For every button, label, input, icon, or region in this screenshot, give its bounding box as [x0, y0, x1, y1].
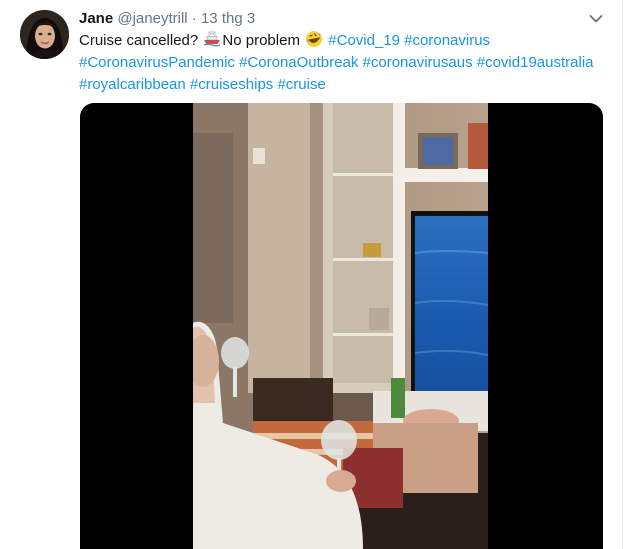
hashtag-covid19[interactable]: #Covid_19 — [328, 32, 400, 49]
hashtag-coronaoutbreak[interactable]: #CoronaOutbreak — [239, 54, 358, 71]
chevron-down-icon[interactable] — [587, 10, 605, 28]
tweet-text-before-ship: Cruise cancelled? — [79, 32, 203, 49]
hashtag-covid19australia[interactable]: #covid19australia — [477, 54, 594, 71]
hashtag-royalcaribbean[interactable]: #royalcaribbean — [79, 76, 186, 93]
hashtag-coronaviruspandemic[interactable]: #CoronavirusPandemic — [79, 54, 235, 71]
hashtag-cruiseships[interactable]: #cruiseships — [190, 76, 273, 93]
author-handle[interactable]: @janeytrill — [117, 10, 187, 27]
tweet-text-after-ship: No problem — [222, 32, 305, 49]
hashtag-coronavirus[interactable]: #coronavirus — [404, 32, 490, 49]
avatar[interactable] — [20, 10, 69, 59]
timeline-border — [622, 0, 623, 549]
video-thumbnail[interactable] — [187, 103, 489, 549]
hashtag-cruise[interactable]: #cruise — [277, 76, 325, 93]
header-separator: · — [191, 10, 197, 27]
tweet-header: Jane @janeytrill · 13 thg 3 — [79, 9, 255, 29]
hashtag-coronavirusaus[interactable]: #coronavirusaus — [363, 54, 473, 71]
media-player[interactable] — [80, 103, 603, 549]
author-name[interactable]: Jane — [79, 10, 113, 27]
ship-emoji-icon — [203, 30, 221, 48]
tweet-date[interactable]: 13 thg 3 — [201, 10, 255, 27]
rolling-laughing-emoji-icon — [305, 30, 323, 48]
tweet-text: Cruise cancelled? No problem #Covid_19 #… — [79, 30, 614, 96]
